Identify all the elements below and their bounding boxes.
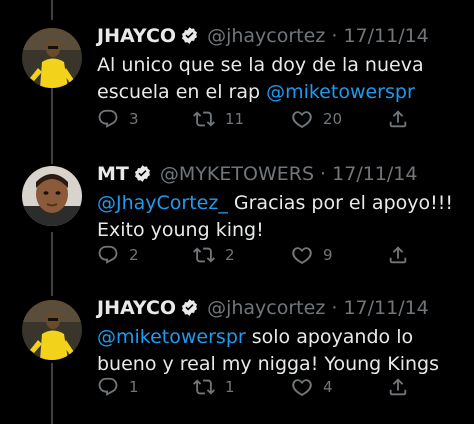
reply-count: 2: [129, 246, 139, 264]
separator: ·: [320, 163, 327, 185]
heart-icon: [292, 111, 312, 128]
like-count: 9: [323, 246, 333, 264]
retweet-button[interactable]: 11: [193, 108, 244, 130]
retweet-icon: [193, 379, 215, 395]
reply-button[interactable]: 2: [97, 244, 139, 266]
like-button[interactable]: 9: [291, 244, 333, 266]
share-icon: [389, 378, 407, 396]
retweet-icon: [193, 247, 215, 263]
avatar[interactable]: [22, 28, 82, 88]
reply-icon: [98, 377, 118, 396]
heart-icon: [292, 379, 312, 396]
mention-link[interactable]: @miketowerspr: [97, 326, 246, 348]
tweet[interactable]: JHAYCO @jhaycortez · 17/11/14 Al unico q…: [0, 24, 474, 144]
tweet[interactable]: MT @MYKETOWERS · 17/11/14 @JhayCortez_ G…: [0, 162, 474, 292]
display-name[interactable]: JHAYCO: [97, 25, 176, 47]
share-icon: [389, 110, 407, 128]
verified-badge-icon: [182, 299, 198, 316]
reply-button[interactable]: 1: [97, 376, 139, 398]
tweet[interactable]: JHAYCO @jhaycortez · 17/11/14 @miketower…: [0, 296, 474, 424]
tweet-text: @miketowerspr solo apoyando lo bueno y r…: [97, 324, 467, 378]
tweet-date[interactable]: 17/11/14: [332, 163, 417, 185]
tweet-text: @JhayCortez_ Gracias por el apoyo!!! Exi…: [97, 190, 467, 244]
reply-count: 3: [129, 110, 139, 128]
heart-icon: [292, 247, 312, 264]
share-button[interactable]: [387, 108, 409, 130]
tweet-date[interactable]: 17/11/14: [343, 297, 428, 319]
avatar[interactable]: [22, 300, 82, 360]
avatar[interactable]: [22, 166, 82, 226]
share-button[interactable]: [387, 244, 409, 266]
tweet-header: MT @MYKETOWERS · 17/11/14: [97, 162, 417, 186]
like-button[interactable]: 4: [291, 376, 333, 398]
verified-badge-icon: [134, 165, 150, 182]
reply-count: 1: [129, 378, 139, 396]
tweet-actions: 3 11 20: [97, 108, 427, 132]
retweet-count: 11: [225, 110, 245, 128]
tweet-text: Al unico que se la doy de la nueva escue…: [97, 52, 467, 106]
display-name[interactable]: MT: [97, 163, 129, 185]
mention-link[interactable]: @miketowerspr: [266, 81, 415, 103]
user-handle[interactable]: @jhaycortez: [207, 25, 325, 47]
user-handle[interactable]: @jhaycortez: [207, 297, 325, 319]
retweet-count: 2: [225, 246, 235, 264]
separator: ·: [331, 297, 338, 319]
retweet-button[interactable]: 1: [193, 376, 235, 398]
reply-icon: [98, 245, 118, 264]
retweet-icon: [193, 111, 215, 127]
thread-line-top: [51, 0, 53, 20]
like-count: 4: [323, 378, 333, 396]
tweet-date[interactable]: 17/11/14: [343, 25, 428, 47]
reply-button[interactable]: 3: [97, 108, 139, 130]
retweet-button[interactable]: 2: [193, 244, 235, 266]
verified-badge-icon: [182, 27, 198, 44]
separator: ·: [331, 25, 338, 47]
display-name[interactable]: JHAYCO: [97, 297, 176, 319]
like-count: 20: [323, 110, 343, 128]
mention-link[interactable]: @JhayCortez_: [97, 192, 228, 214]
share-icon: [389, 246, 407, 264]
reply-icon: [98, 109, 118, 128]
share-button[interactable]: [387, 376, 409, 398]
tweet-header: JHAYCO @jhaycortez · 17/11/14: [97, 24, 429, 48]
tweet-actions: 2 2 9: [97, 244, 427, 268]
like-button[interactable]: 20: [291, 108, 342, 130]
user-handle[interactable]: @MYKETOWERS: [160, 163, 314, 185]
retweet-count: 1: [225, 378, 235, 396]
tweet-actions: 1 1 4: [97, 376, 427, 400]
tweet-header: JHAYCO @jhaycortez · 17/11/14: [97, 296, 429, 320]
